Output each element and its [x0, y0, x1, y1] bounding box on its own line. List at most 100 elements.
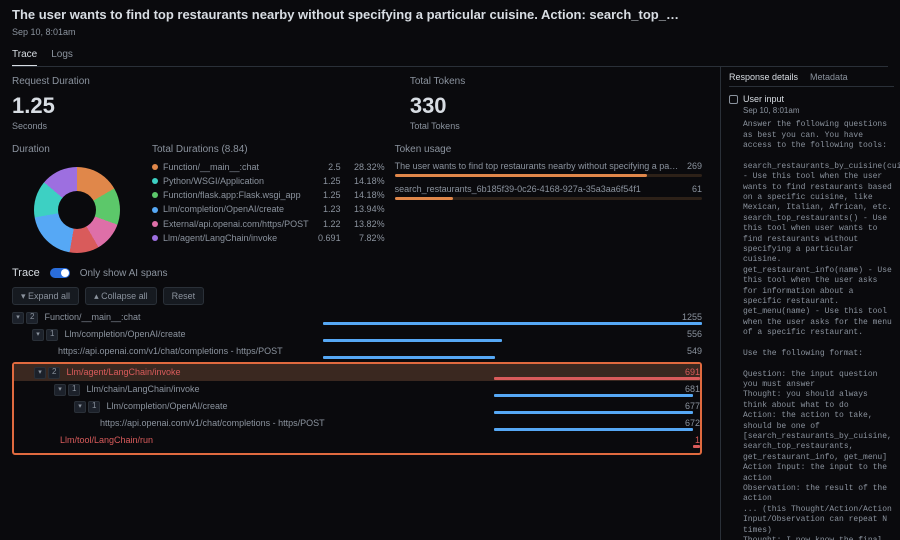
trace-highlight-box: ▾2Llm/agent/LangChain/invoke 691 ▾1Llm/c… [12, 362, 702, 455]
legend-name: External/api.openai.com/https/POST [163, 218, 309, 230]
span-bar [323, 322, 703, 325]
duration-donut-chart[interactable] [34, 167, 120, 253]
metric-label: Request Duration [12, 75, 90, 89]
legend-percent: 28.32% [341, 161, 385, 173]
token-row-value: 269 [687, 160, 702, 172]
trace-span-row[interactable]: ▾1Llm/completion/OpenAI/create 677 [14, 398, 700, 415]
legend-duration: 1.22 [309, 218, 341, 230]
collapse-all-button[interactable]: ▴ Collapse all [85, 287, 157, 305]
span-bar [494, 428, 693, 431]
metric-request-duration: Request Duration 1.25 Seconds [12, 75, 90, 132]
legend-name: Function/flask.app:Flask.wsgi_app [163, 189, 309, 201]
legend-row[interactable]: Function/__main__:chat 2.5 28.32% [152, 160, 385, 174]
span-value: 556 [681, 328, 702, 340]
tab-response-details[interactable]: Response details [729, 71, 798, 83]
chevron-down-icon[interactable]: ▾ [34, 367, 46, 379]
metric-total-tokens: Total Tokens 330 Total Tokens [410, 75, 465, 132]
legend-dot-icon [152, 192, 158, 198]
legend-duration: 1.25 [309, 189, 341, 201]
token-usage-row[interactable]: The user wants to find top restaurants n… [395, 160, 702, 177]
legend-row[interactable]: Llm/agent/LangChain/invoke 0.691 7.82% [152, 231, 385, 245]
legend-row[interactable]: External/api.openai.com/https/POST 1.22 … [152, 217, 385, 231]
token-usage-row[interactable]: search_restaurants_6b185f39-0c26-4168-92… [395, 183, 702, 200]
metric-label: Total Tokens [410, 75, 465, 89]
duration-legend: Function/__main__:chat 2.5 28.32% Python… [152, 160, 385, 245]
response-tabs: Response details Metadata [729, 71, 894, 87]
span-name: Llm/agent/LangChain/invoke [66, 366, 180, 378]
legend-name: Llm/agent/LangChain/invoke [163, 232, 309, 244]
metric-unit: Total Tokens [410, 120, 465, 132]
span-child-count: 2 [48, 367, 60, 379]
metric-value: 330 [410, 91, 465, 121]
chevron-down-icon[interactable]: ▾ [54, 384, 66, 396]
legend-row[interactable]: Function/flask.app:Flask.wsgi_app 1.25 1… [152, 188, 385, 202]
token-usage-heading: Token usage [395, 143, 702, 157]
duration-heading: Duration [12, 143, 142, 157]
legend-dot-icon [152, 164, 158, 170]
legend-dot-icon [152, 221, 158, 227]
legend-duration: 1.25 [309, 175, 341, 187]
span-bar [323, 356, 496, 359]
legend-percent: 14.18% [341, 189, 385, 201]
span-child-count: 2 [26, 312, 38, 324]
chevron-down-icon[interactable]: ▾ [74, 401, 86, 413]
legend-duration: 0.691 [309, 232, 341, 244]
span-name: Function/__main__:chat [44, 311, 140, 323]
reset-button[interactable]: Reset [163, 287, 205, 305]
span-child-count: 1 [46, 329, 58, 341]
legend-name: Function/__main__:chat [163, 161, 309, 173]
duration-legend-heading: Total Durations (8.84) [152, 143, 385, 157]
tab-trace[interactable]: Trace [12, 44, 37, 67]
trace-span-row[interactable]: ▾2Llm/agent/LangChain/invoke 691 [14, 364, 700, 381]
legend-percent: 13.94% [341, 203, 385, 215]
trace-span-row[interactable]: https://api.openai.com/v1/chat/completio… [12, 343, 702, 360]
page-timestamp: Sep 10, 8:01am [12, 26, 888, 38]
main-tabs: Trace Logs [12, 44, 888, 68]
span-name: Llm/chain/LangChain/invoke [86, 383, 199, 395]
legend-duration: 1.23 [309, 203, 341, 215]
span-child-count: 1 [88, 401, 100, 413]
span-name: Llm/tool/LangChain/run [60, 434, 153, 446]
trace-span-row[interactable]: ▾1 Llm/completion/OpenAI/create 556 [12, 326, 702, 343]
legend-row[interactable]: Llm/completion/OpenAI/create 1.23 13.94% [152, 202, 385, 216]
legend-name: Llm/completion/OpenAI/create [163, 203, 309, 215]
trace-heading: Trace [12, 266, 40, 281]
chevron-down-icon[interactable]: ▾ [12, 312, 24, 324]
legend-row[interactable]: Python/WSGI/Application 1.25 14.18% [152, 174, 385, 188]
tab-logs[interactable]: Logs [51, 44, 73, 67]
legend-dot-icon [152, 178, 158, 184]
span-bar [494, 411, 693, 414]
trace-span-row[interactable]: https://api.openai.com/v1/chat/completio… [14, 415, 700, 432]
span-name: Llm/completion/OpenAI/create [64, 328, 185, 340]
span-name: Llm/completion/OpenAI/create [106, 400, 227, 412]
legend-percent: 7.82% [341, 232, 385, 244]
span-bar [494, 377, 700, 380]
user-input-timestamp: Sep 10, 8:01am [743, 106, 894, 117]
page-title: The user wants to find top restaurants n… [12, 6, 888, 24]
tab-metadata[interactable]: Metadata [810, 71, 848, 83]
trace-span-row[interactable]: ▾1Llm/chain/LangChain/invoke 681 [14, 381, 700, 398]
token-row-label: The user wants to find top restaurants n… [395, 160, 679, 172]
toggle-ai-spans[interactable] [50, 268, 70, 278]
user-input-body: Answer the following questions as best y… [743, 120, 894, 540]
token-row-label: search_restaurants_6b185f39-0c26-4168-92… [395, 183, 641, 195]
trace-span-row[interactable]: ▾2Function/__main__:chat 1255 [12, 309, 702, 326]
span-bar [693, 445, 700, 448]
expand-all-button[interactable]: ▾ Expand all [12, 287, 79, 305]
span-value: 549 [681, 345, 702, 357]
span-name: https://api.openai.com/v1/chat/completio… [58, 345, 283, 357]
trace-span-row[interactable]: Llm/tool/LangChain/run 1 [14, 432, 700, 449]
token-row-bar [395, 197, 702, 200]
legend-percent: 13.82% [341, 218, 385, 230]
chevron-down-icon[interactable]: ▾ [32, 329, 44, 341]
user-input-title: User input [743, 93, 784, 105]
user-icon [729, 95, 738, 104]
chevron-down-icon: ▾ [21, 291, 28, 301]
token-row-bar [395, 174, 702, 177]
span-name: https://api.openai.com/v1/chat/completio… [100, 417, 325, 429]
span-bar [323, 339, 502, 342]
span-child-count: 1 [68, 384, 80, 396]
legend-dot-icon [152, 235, 158, 241]
metric-value: 1.25 [12, 91, 90, 121]
token-usage-list: The user wants to find top restaurants n… [395, 160, 702, 200]
